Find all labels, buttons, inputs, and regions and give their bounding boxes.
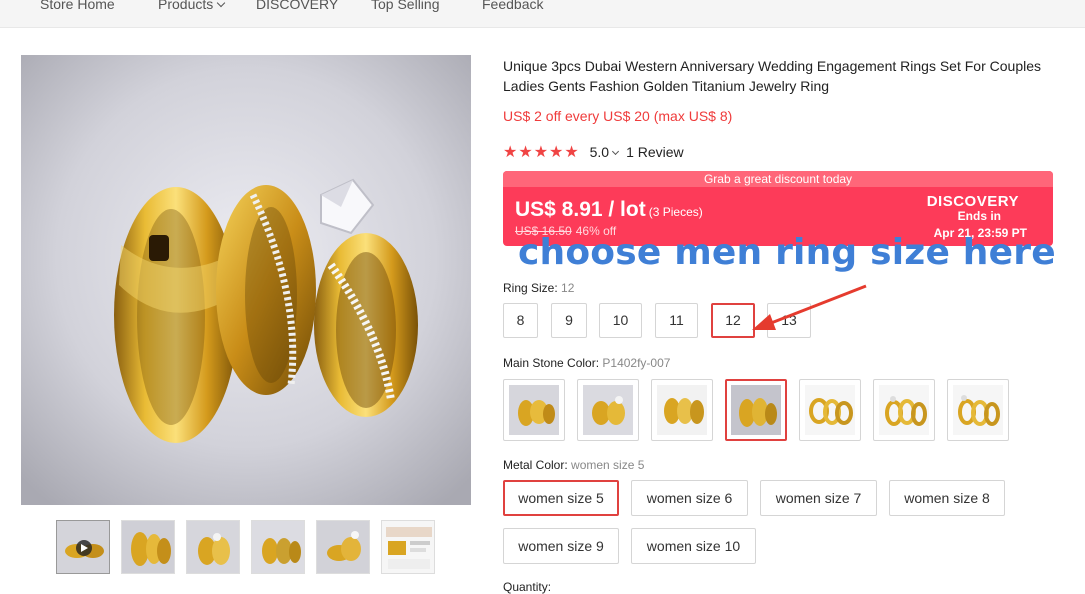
thumbnail-strip [56, 520, 436, 574]
main-product-image[interactable] [21, 55, 471, 505]
thumbnail-image [382, 521, 434, 573]
thumbnail-4[interactable] [251, 520, 305, 574]
nav-products[interactable]: Products [158, 0, 226, 12]
metal-option-women-size-9[interactable]: women size 9 [503, 528, 619, 564]
rating-stars: ★★★★★ [503, 144, 580, 161]
store-coupon[interactable]: US$ 2 off every US$ 20 (max US$ 8) [503, 108, 732, 124]
swatch-image [879, 385, 929, 435]
thumbnail-video[interactable] [56, 520, 110, 574]
stone-color-option-7[interactable] [947, 379, 1009, 441]
size-option-11[interactable]: 11 [655, 303, 698, 338]
chevron-down-icon [217, 0, 226, 8]
swatch-image [953, 385, 1003, 435]
stone-color-option-3[interactable] [651, 379, 713, 441]
swatch-image [805, 385, 855, 435]
swatch-image [657, 385, 707, 435]
metal-option-women-size-7[interactable]: women size 7 [760, 480, 877, 516]
nav-discovery[interactable]: DISCOVERY [256, 0, 338, 12]
ring-size-label-text: Ring Size: [503, 281, 562, 295]
swatch-image [731, 385, 781, 435]
store-nav: Store Home Products DISCOVERY Top Sellin… [0, 0, 1085, 28]
stone-color-option-4[interactable] [725, 379, 787, 441]
thumbnail-6[interactable] [381, 520, 435, 574]
metal-option-women-size-6[interactable]: women size 6 [631, 480, 748, 516]
size-option-8[interactable]: 8 [503, 303, 538, 338]
ring-size-label: Ring Size: 12 [503, 281, 574, 295]
promo-strip: Grab a great discount today [503, 171, 1053, 187]
quantity-label: Quantity: [503, 580, 552, 594]
stone-color-option-5[interactable] [799, 379, 861, 441]
swatch-image [509, 385, 559, 435]
stone-color-option-6[interactable] [873, 379, 935, 441]
stone-color-option-2[interactable] [577, 379, 639, 441]
nav-products-label: Products [158, 0, 214, 12]
product-title: Unique 3pcs Dubai Western Anniversary We… [503, 58, 1041, 94]
thumbnail-image [317, 521, 369, 573]
rating-score[interactable]: 5.0 [590, 144, 609, 160]
ring-size-selected-value: 12 [561, 281, 575, 295]
metal-option-women-size-8[interactable]: women size 8 [889, 480, 1005, 516]
nav-top-selling[interactable]: Top Selling [371, 0, 440, 12]
pieces-count: (3 Pieces) [648, 205, 703, 219]
metal-option-women-size-5[interactable]: women size 5 [503, 480, 619, 516]
nav-store-home[interactable]: Store Home [40, 0, 115, 12]
stone-color-label-text: Main Stone Color: [503, 356, 603, 370]
video-thumbnail-image [57, 521, 109, 573]
metal-color-label: Metal Color: women size 5 [503, 458, 644, 472]
annotation-text: choose men ring size here [518, 232, 1056, 273]
discovery-logo: DISCOVERY [926, 193, 1019, 210]
stone-color-label: Main Stone Color: P1402fy-007 [503, 356, 670, 370]
stone-color-option-1[interactable] [503, 379, 565, 441]
review-count[interactable]: 1 Review [626, 144, 684, 160]
size-option-9[interactable]: 9 [551, 303, 587, 338]
thumbnail-5[interactable] [316, 520, 370, 574]
rating-row: ★★★★★ 5.0 1 Review [503, 142, 684, 161]
size-option-13[interactable]: 13 [767, 303, 811, 338]
sale-price-value: US$ 8.91 / lot [515, 198, 646, 221]
rings-photo [21, 55, 471, 505]
swatch-image [583, 385, 633, 435]
metal-color-label-text: Metal Color: [503, 458, 572, 472]
thumbnail-3[interactable] [186, 520, 240, 574]
size-option-10[interactable]: 10 [599, 303, 642, 338]
nav-feedback[interactable]: Feedback [482, 0, 543, 12]
ends-in-label: Ends in [957, 209, 1001, 223]
stone-color-selected-value: P1402fy-007 [602, 356, 671, 370]
metal-option-women-size-10[interactable]: women size 10 [631, 528, 756, 564]
thumbnail-image [252, 521, 304, 573]
size-option-12[interactable]: 12 [711, 303, 755, 338]
thumbnail-2[interactable] [121, 520, 175, 574]
thumbnail-image [122, 521, 174, 573]
thumbnail-image [187, 521, 239, 573]
chevron-down-icon[interactable] [612, 147, 620, 155]
metal-color-selected-value: women size 5 [571, 458, 645, 472]
sale-price: US$ 8.91 / lot (3 Pieces) [515, 198, 703, 222]
